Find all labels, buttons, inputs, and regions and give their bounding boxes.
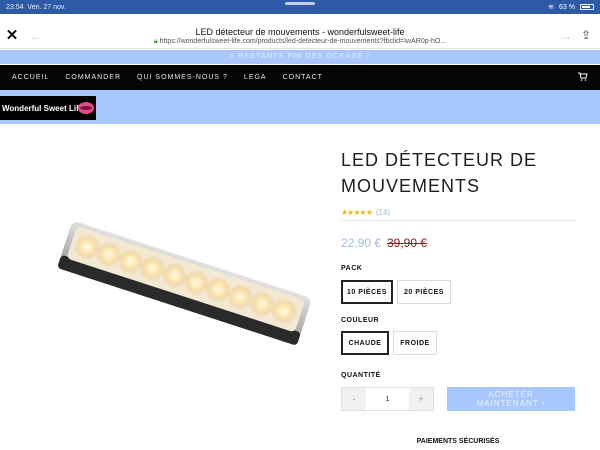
quantity-minus-button[interactable]: - [342,388,366,410]
color-option-chaude[interactable]: CHAUDE [341,331,389,355]
share-icon[interactable]: ⇪ [581,28,591,42]
promo-banner: 6 RESTANTS FIN DES OCKAGE ! [0,50,600,64]
wifi-icon: ≋ [548,4,555,11]
color-option-froide[interactable]: FROIDE [393,331,437,355]
cart-icon[interactable] [578,72,588,83]
current-price: 22,90 € [341,236,382,250]
quantity-label: QUANTITÉ [341,372,381,379]
lips-icon [78,102,94,114]
forward-arrow-icon[interactable]: → [560,29,572,43]
battery-percent: 63 % [559,3,575,11]
browser-bar: ✕ ← LED détecteur de mouvements - wonder… [0,25,600,49]
buy-now-label-line2: MAINTENANT › [476,399,546,408]
page-title: LED détecteur de mouvements - wonderfuls… [195,27,405,37]
old-price: 39,90 € [387,236,428,250]
site-logo[interactable]: Wonderful Sweet Life [0,96,96,120]
pack-option-20[interactable]: 20 PIÈCES [397,280,451,304]
status-right: ≋ 63 % [548,3,594,11]
divider [341,220,575,221]
main-nav: ACCUEIL COMMANDER QUI SOMMES-NOUS ? LEGA… [0,65,600,90]
battery-icon [580,4,594,10]
product-image[interactable] [44,190,324,380]
status-time: 23:54 [6,3,24,11]
status-time-date: 23:54 Ven. 27 nov. [6,4,66,11]
review-count[interactable]: (14) [376,208,390,217]
nav-item-commander[interactable]: COMMANDER [65,74,121,81]
pack-label: PACK [341,265,363,272]
product-rating[interactable]: ★★★★★ (14) [341,208,390,217]
multitask-handle[interactable] [285,2,315,5]
rating-stars: ★★★★★ [341,208,373,217]
secure-payments-heading: PAIEMENTS SÉCURISÉS [416,438,500,445]
url-field[interactable]: 🔒︎ https://wonderfulsweet-life.com/produc… [0,38,600,46]
url-text: https://wonderfulsweet-life.com/products… [159,38,447,45]
quantity-stepper: - 1 + [341,387,434,411]
logo-text: Wonderful Sweet Life [2,103,84,113]
buy-now-button[interactable]: ACHETER MAINTENANT › [447,387,575,411]
buy-now-label-line1: ACHETER [488,390,534,399]
color-label: COULEUR [341,317,380,324]
nav-item-lega[interactable]: LEGA [244,74,267,81]
lock-icon: 🔒︎ [153,38,158,45]
status-bar: 23:54 Ven. 27 nov. ≋ 63 % [0,0,600,14]
nav-item-accueil[interactable]: ACCUEIL [12,74,49,81]
status-date: Ven. 27 nov. [27,3,66,11]
pack-option-10[interactable]: 10 PIÈCES [341,280,393,304]
header-band: Wonderful Sweet Life [0,90,600,124]
nav-item-qui-sommes-nous[interactable]: QUI SOMMES-NOUS ? [137,74,228,81]
quantity-input[interactable]: 1 [366,388,409,410]
product-title: LED DÉTECTEUR DE MOUVEMENTS [341,150,538,196]
quantity-plus-button[interactable]: + [409,388,433,410]
nav-item-contact[interactable]: CONTACT [283,74,323,81]
